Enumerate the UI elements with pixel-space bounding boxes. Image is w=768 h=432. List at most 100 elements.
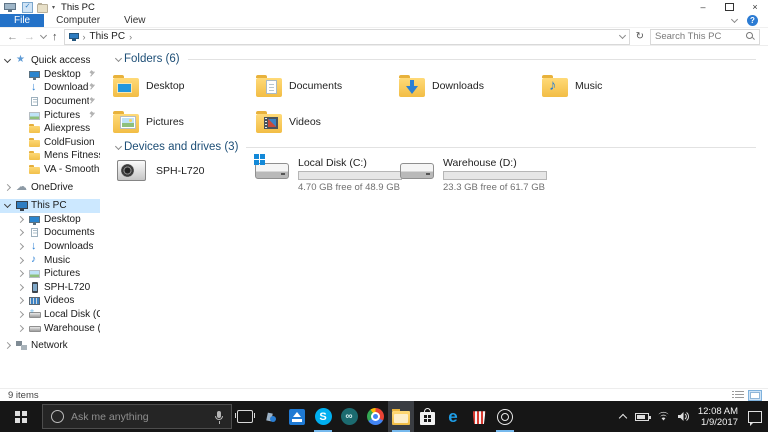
qat-customize-dropdown[interactable]: ▾ [52,4,55,11]
ribbon-expand-chevron-icon[interactable] [732,19,737,22]
edge-icon: e [448,408,457,425]
chevron-right-icon[interactable] [16,285,29,290]
sidebar-item-pc-music[interactable]: Music [0,253,100,267]
thumbnails-view-button[interactable] [748,390,762,401]
device-tile-sph-l720[interactable]: SPH-L720 [113,157,253,184]
up-button[interactable]: ↑ [52,31,58,43]
sidebar-item-pc-warehouse[interactable]: Warehouse (D:) [0,321,100,335]
folder-tile-pictures[interactable]: Pictures [113,106,252,138]
qat-new-folder-button[interactable] [37,2,48,13]
sidebar-item-coldfusion[interactable]: ColdFusion [0,136,100,150]
taskbar-app-teamviewer[interactable] [284,401,310,432]
sidebar-item-va-smooth-jazz[interactable]: VA - Smooth Jazz Chill [0,163,100,177]
sidebar-item-downloads[interactable]: Downloads [0,81,100,95]
taskbar-app-popcorn[interactable] [466,401,492,432]
chrome-icon [367,408,384,425]
tab-file[interactable]: File [0,14,44,27]
volume-icon[interactable] [678,411,690,422]
chevron-down-icon[interactable] [3,204,16,207]
sidebar-item-pc-local-disk[interactable]: Local Disk (C:) [0,308,100,322]
sidebar-item-pc-desktop[interactable]: Desktop [0,213,100,227]
chevron-right-icon[interactable] [3,343,16,348]
chevron-right-icon[interactable] [16,258,29,263]
battery-icon[interactable] [635,413,649,421]
search-input[interactable]: Search This PC [650,29,760,45]
folder-tile-music[interactable]: ♪Music [542,70,681,102]
tray-expand-chevron-icon[interactable] [619,413,627,421]
taskbar-app-file-explorer[interactable] [388,401,414,432]
sidebar-item-mens-fitness[interactable]: Mens Fitness Workout I [0,149,100,163]
details-view-button[interactable] [732,390,745,400]
forward-button[interactable]: → [24,31,35,43]
chevron-right-icon[interactable] [16,244,29,249]
address-dropdown-icon[interactable] [620,35,625,38]
sidebar-item-documents[interactable]: Documents [0,95,100,109]
sidebar-item-network[interactable]: Network [0,339,100,353]
chevron-down-icon[interactable] [3,59,16,62]
chevron-right-icon[interactable] [16,271,29,276]
sidebar-label: This PC [31,200,67,211]
chevron-right-icon[interactable] [3,185,16,190]
sidebar-item-onedrive[interactable]: OneDrive [0,180,100,194]
breadcrumb-this-pc[interactable]: This PC [90,31,126,42]
taskbar-app-camera[interactable]: ∞ [336,401,362,432]
cortana-search-input[interactable]: Ask me anything [42,404,232,429]
chevron-right-icon[interactable] [16,298,29,303]
chevron-right-icon[interactable] [16,312,29,317]
chevron-right-icon[interactable] [16,217,29,222]
sidebar-item-pc-downloads[interactable]: Downloads [0,240,100,254]
recent-locations-dropdown[interactable] [41,35,46,38]
taskbar-app-chrome[interactable] [362,401,388,432]
sidebar-item-aliexpress[interactable]: Aliexpress [0,122,100,136]
device-tile-warehouse[interactable]: Warehouse (D:) 23.3 GB free of 61.7 GB [398,157,543,193]
wifi-icon[interactable] [657,411,670,422]
breadcrumb-separator[interactable]: › [129,32,132,42]
address-bar[interactable]: › This PC › [64,29,630,45]
group-title: Devices and drives (3) [124,141,238,153]
action-center-icon[interactable] [748,411,762,423]
chevron-right-icon[interactable] [16,326,29,331]
sidebar-item-quick-access[interactable]: Quick access [0,54,100,68]
system-drive-icon [253,157,291,183]
folder-tile-desktop[interactable]: Desktop [113,70,252,102]
taskbar-app-target[interactable] [492,401,518,432]
microphone-icon[interactable] [215,411,223,423]
folder-tile-documents[interactable]: Documents [256,70,395,102]
sidebar-item-pc-pictures[interactable]: Pictures [0,267,100,281]
sidebar-item-pc-documents[interactable]: Documents [0,226,100,240]
system-menu-icon[interactable] [4,3,16,12]
back-button[interactable]: ← [7,31,18,43]
qat-properties-button[interactable]: ✓ [22,2,33,13]
system-tray: 12:08 AM 1/9/2017 [619,401,768,432]
taskbar-clock[interactable]: 12:08 AM 1/9/2017 [698,406,738,428]
maximize-button[interactable] [716,0,742,14]
start-button[interactable] [0,401,42,432]
refresh-button[interactable]: ↻ [630,31,650,42]
taskbar-app-store[interactable] [414,401,440,432]
collapse-chevron-icon[interactable] [113,146,124,149]
help-icon[interactable]: ? [747,15,758,26]
close-button[interactable]: × [742,0,768,14]
collapse-chevron-icon[interactable] [113,58,124,61]
minimize-button[interactable]: – [690,0,716,14]
tab-view[interactable]: View [112,14,158,27]
group-header-folders[interactable]: Folders (6) [113,52,760,66]
task-view-button[interactable] [232,401,258,432]
sidebar-item-desktop[interactable]: Desktop [0,68,100,82]
sidebar-item-pc-videos[interactable]: Videos [0,294,100,308]
capacity-text: 23.3 GB free of 61.7 GB [443,182,547,193]
taskbar-app-edge[interactable]: e [440,401,466,432]
sidebar-item-pictures[interactable]: Pictures [0,108,100,122]
folder-tile-videos[interactable]: Videos [256,106,395,138]
this-pc-icon [16,200,28,211]
group-header-devices[interactable]: Devices and drives (3) [113,140,760,154]
taskbar-app-1[interactable] [258,401,284,432]
quick-access-star-icon [16,55,28,66]
taskbar-app-skype[interactable]: S [310,401,336,432]
sidebar-item-this-pc[interactable]: This PC [0,199,100,213]
sidebar-item-pc-sph-l720[interactable]: SPH-L720 [0,281,100,295]
tab-computer[interactable]: Computer [44,14,112,27]
chevron-right-icon[interactable] [16,230,29,235]
device-tile-local-disk[interactable]: Local Disk (C:) 4.70 GB free of 48.9 GB [253,157,398,193]
folder-tile-downloads[interactable]: Downloads [399,70,538,102]
